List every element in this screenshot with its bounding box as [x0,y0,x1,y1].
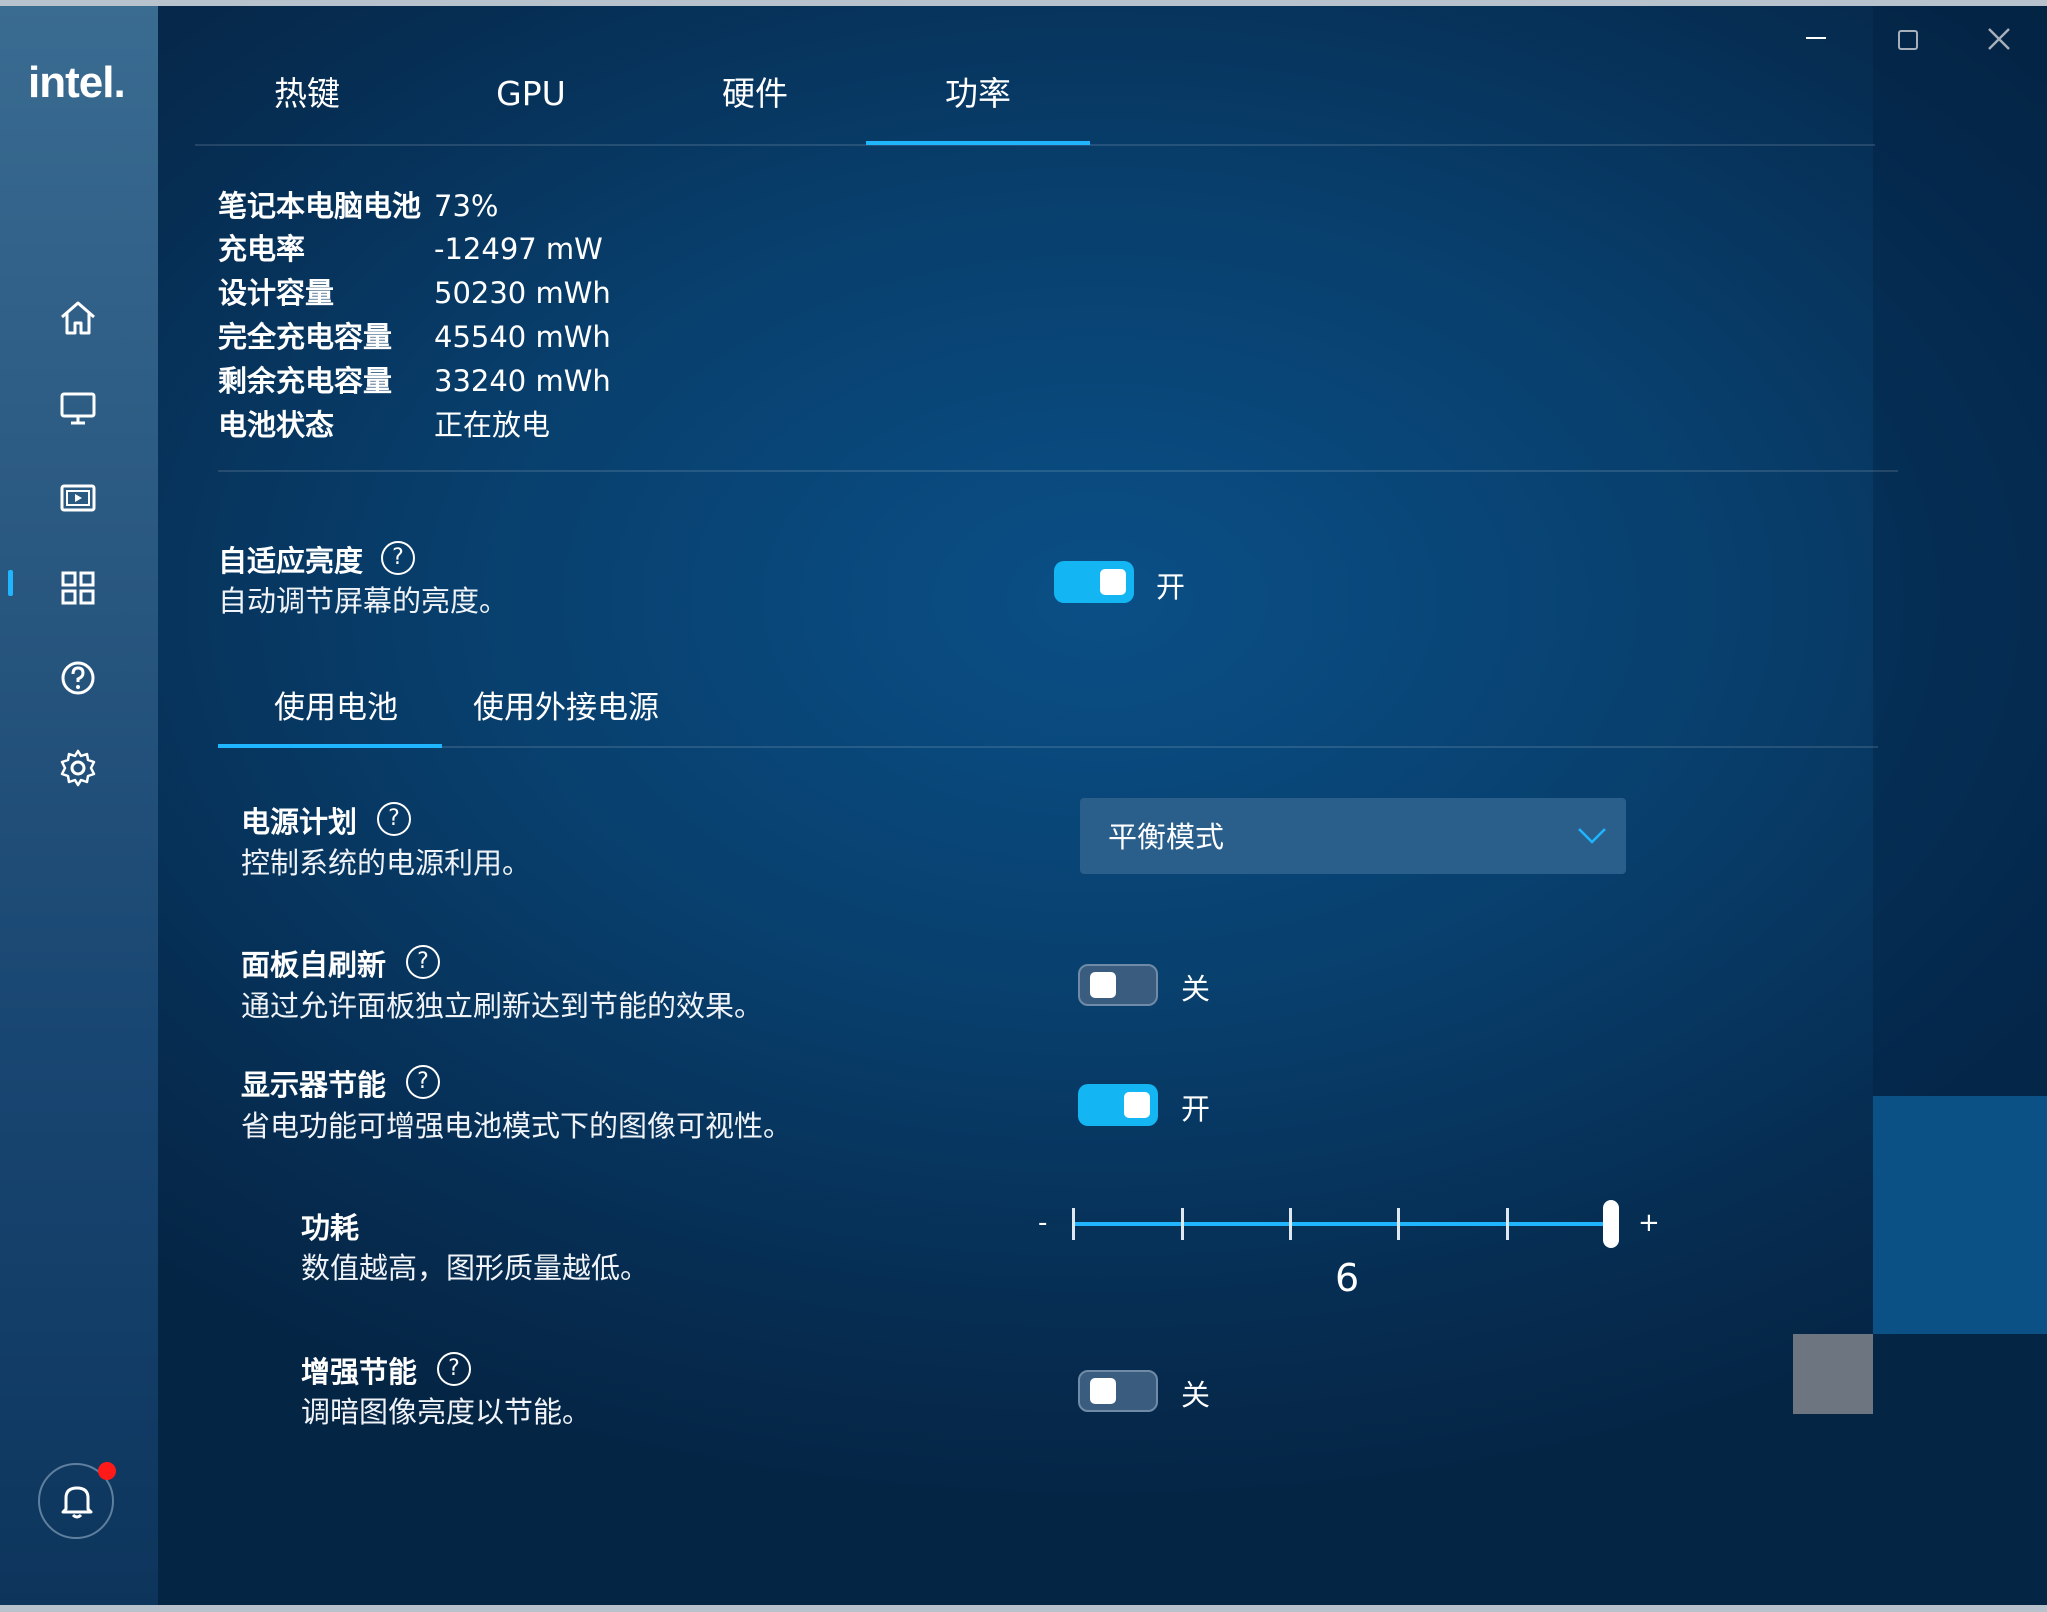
battery-info-value: 33240 mWh [434,364,611,398]
tab-power[interactable]: 功率 [866,72,1090,146]
power-plan-title: 电源计划 [241,805,358,839]
power-plan-desc: 控制系统的电源利用。 [241,846,532,880]
sidebar: intel. [0,6,158,1606]
panel-self-refresh-help-icon[interactable]: ? [406,945,440,979]
subtab-plugged-in[interactable]: 使用外接电源 [473,682,659,727]
home-icon[interactable] [56,296,100,340]
battery-info-label: 完全充电容量 [218,320,393,354]
battery-info-value: 45540 mWh [434,320,611,354]
bell-icon [61,1486,93,1519]
adaptive-brightness-title: 自适应亮度 [218,544,364,578]
power-consumption-title: 功耗 [301,1211,360,1245]
video-icon[interactable] [56,476,100,520]
adaptive-brightness-state: 开 [1156,570,1186,604]
toggle-knob [1090,1378,1116,1404]
battery-info-label: 电池状态 [218,408,335,442]
slider-tick [1289,1208,1292,1240]
gray-square [1793,1334,1873,1414]
notification-badge [98,1462,116,1480]
battery-info-label: 设计容量 [218,276,335,310]
tab-gpu[interactable]: GPU [419,72,643,146]
toggle-knob [1090,972,1116,998]
power-consumption-value: 6 [1335,1256,1360,1300]
power-plan-help-icon[interactable]: ? [377,802,411,836]
right-panel-overlay [1873,6,2047,1096]
display-power-saving-state: 开 [1181,1092,1211,1126]
apps-grid-icon[interactable] [56,566,100,610]
slider-tick [1072,1208,1075,1240]
active-tab-indicator [866,141,1090,145]
right-panel-block [1873,1096,2047,1334]
display-power-saving-title: 显示器节能 [241,1068,387,1102]
window-top-border [0,0,2047,6]
active-subtab-indicator [218,744,442,748]
toggle-knob [1124,1092,1150,1118]
toggle-knob [1100,569,1126,595]
battery-info-value: -12497 mW [434,232,603,266]
sidebar-active-indicator [8,570,13,596]
slider-tick [1506,1208,1509,1240]
display-icon[interactable] [56,386,100,430]
help-icon[interactable] [56,656,100,700]
power-plan-dropdown[interactable]: 平衡模式 [1080,798,1626,874]
adaptive-brightness-toggle[interactable] [1054,561,1134,603]
minimize-button[interactable] [1793,22,1839,68]
subtab-on-battery[interactable]: 使用电池 [274,682,398,727]
power-plan-selected: 平衡模式 [1108,820,1225,854]
tab-hotkeys[interactable]: 热键 [195,72,419,146]
tab-hardware[interactable]: 硬件 [643,72,867,146]
battery-info-label: 充电率 [218,232,306,266]
enhanced-saving-state: 关 [1181,1378,1211,1412]
window-bottom-border [0,1605,2047,1612]
battery-info-label: 剩余充电容量 [218,364,393,398]
adaptive-brightness-desc: 自动调节屏幕的亮度。 [218,584,509,618]
panel-self-refresh-state: 关 [1181,972,1211,1006]
adaptive-brightness-help-icon[interactable]: ? [381,541,415,575]
enhanced-saving-title: 增强节能 [301,1355,418,1389]
intel-logo: intel. [28,58,126,107]
battery-info-value: 73% [434,189,499,223]
battery-info-value: 正在放电 [434,408,551,442]
app-window: intel. 热键 GPU 硬件 功率 笔记本电脑电池 73% 充电率 -124… [0,0,2047,1612]
enhanced-saving-help-icon[interactable]: ? [437,1352,471,1386]
slider-max-label: + [1638,1208,1660,1238]
power-consumption-slider-thumb[interactable] [1603,1200,1619,1248]
enhanced-saving-desc: 调暗图像亮度以节能。 [301,1395,592,1429]
panel-self-refresh-desc: 通过允许面板独立刷新达到节能的效果。 [241,989,764,1023]
enhanced-saving-toggle[interactable] [1078,1370,1158,1412]
display-power-saving-desc: 省电功能可增强电池模式下的图像可视性。 [241,1109,793,1143]
chevron-down-icon [1578,828,1606,844]
battery-info-value: 50230 mWh [434,276,611,310]
battery-info-label: 笔记本电脑电池 [218,189,422,223]
slider-min-label: - [1038,1208,1048,1238]
minimize-icon [1806,37,1826,39]
slider-tick [1397,1208,1400,1240]
subtabs-divider [218,746,1878,748]
power-consumption-slider-track[interactable] [1074,1222,1614,1226]
section-divider [218,470,1898,472]
display-power-saving-toggle[interactable] [1078,1084,1158,1126]
panel-self-refresh-toggle[interactable] [1078,964,1158,1006]
display-power-saving-help-icon[interactable]: ? [406,1065,440,1099]
panel-self-refresh-title: 面板自刷新 [241,948,387,982]
power-consumption-desc: 数值越高，图形质量越低。 [301,1251,650,1285]
settings-gear-icon[interactable] [56,746,100,790]
slider-tick [1181,1208,1184,1240]
